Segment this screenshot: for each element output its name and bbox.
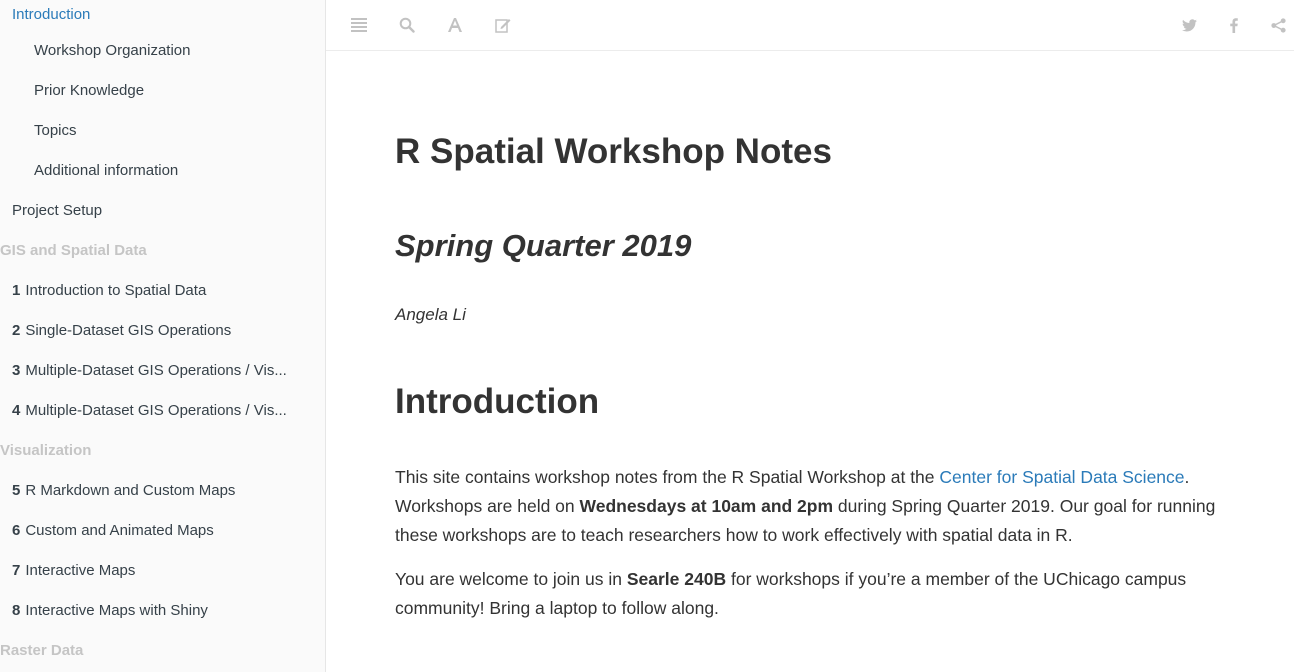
chapter-number: 7 — [12, 562, 21, 579]
sidebar-item-label: Interactive Maps with Shiny — [25, 602, 208, 619]
author: Angela Li — [395, 305, 466, 324]
sidebar-item-r-markdown-and-custom-maps[interactable]: 5R Markdown and Custom Maps — [0, 474, 325, 514]
facebook-icon[interactable] — [1222, 13, 1246, 37]
csds-link[interactable]: Center for Spatial Data Science — [939, 467, 1184, 487]
sidebar-item-label: Project Setup — [12, 202, 103, 219]
sidebar-item-label: Introduction — [12, 6, 91, 23]
chapter-number: 1 — [12, 282, 21, 299]
font-settings-icon[interactable] — [443, 13, 467, 37]
page-title: R Spatial Workshop Notes — [395, 132, 832, 171]
location-bold-text: Searle 240B — [626, 569, 727, 589]
chapter-number: 2 — [12, 322, 21, 339]
edit-icon[interactable] — [491, 13, 515, 37]
sidebar: Introduction Workshop Organization Prior K… — [0, 0, 326, 672]
sidebar-item-label: Visualization — [0, 442, 92, 459]
sidebar-item-label: Additional information — [34, 162, 179, 179]
sidebar-item-topics[interactable]: Topics — [0, 114, 325, 154]
sidebar-item-label: Topics — [34, 122, 77, 139]
location-paragraph: You are welcome to join us in Searle 240… — [395, 565, 1225, 623]
sidebar-item-label: Multiple-Dataset GIS Operations / Vis... — [25, 362, 287, 379]
sidebar-item-label: R Markdown and Custom Maps — [25, 482, 236, 499]
sidebar-item-label: Raster Data — [0, 642, 84, 659]
page-subtitle: Spring Quarter 2019 — [395, 228, 692, 263]
chapter-number: 4 — [12, 402, 21, 419]
sidebar-item-label: GIS and Spatial Data — [0, 242, 147, 259]
sidebar-item-single-dataset-gis-operations[interactable]: 2 Single-Dataset GIS Operations — [0, 314, 325, 354]
sidebar-item-prior-knowledge[interactable]: Prior Knowledge — [0, 74, 325, 114]
sidebar-item-introduction-to-spatial-data[interactable]: 1 Introduction to Spatial Data — [0, 274, 325, 314]
sidebar-item-multiple-dataset-gis-operations-vis[interactable]: 3 Multiple-Dataset GIS Operations / Vis..… — [0, 354, 325, 394]
sidebar-section-header-raster-data: Raster Data — [0, 634, 325, 672]
table-of-contents: Introduction Workshop Organization Prior K… — [0, 0, 325, 672]
sidebar-section-header-gis-and-spatial-data: GIS and Spatial Data — [0, 234, 325, 274]
sidebar-item-label: Introduction to Spatial Data — [25, 282, 207, 299]
sidebar-item-interactive-maps[interactable]: 7 Interactive Maps — [0, 554, 325, 594]
chapter-number: 5 — [12, 482, 21, 499]
sidebar-item-workshop-organization[interactable]: Workshop Organization — [0, 34, 325, 74]
chapter-number: 6 — [12, 522, 21, 539]
sidebar-item-project-setup[interactable]: Project Setup — [0, 194, 325, 234]
paragraph-text: You are welcome to join us in — [395, 569, 627, 589]
sidebar-item-label: Single-Dataset GIS Operations — [25, 322, 232, 339]
sidebar-item-additional-information[interactable]: Additional information — [0, 154, 325, 194]
share-icon[interactable] — [1266, 13, 1290, 37]
section-heading-introduction: Introduction — [395, 382, 600, 421]
sidebar-section-header-visualization: Visualization — [0, 434, 325, 474]
search-icon[interactable] — [395, 13, 419, 37]
toggle-sidebar-icon[interactable] — [347, 13, 371, 37]
paragraph-text: This site contains workshop notes from t… — [395, 467, 940, 487]
sidebar-item-label: Interactive Maps — [25, 562, 136, 579]
twitter-icon[interactable] — [1177, 13, 1201, 37]
sidebar-item-label: Multiple-Dataset GIS Operations / Vis... — [25, 402, 287, 419]
sidebar-item-custom-and-animated-maps[interactable]: 6 Custom and Animated Maps — [0, 514, 325, 554]
sidebar-item-label: Custom and Animated Maps — [25, 522, 214, 539]
sidebar-item-interactive-maps-with-shiny[interactable]: 8 Interactive Maps with Shiny — [0, 594, 325, 634]
intro-paragraph: This site contains workshop notes from t… — [395, 463, 1225, 550]
sidebar-item-label: Workshop Organization — [34, 42, 191, 59]
chapter-number: 8 — [12, 602, 21, 619]
sidebar-item-multiple-dataset-gis-operations-vis[interactable]: 4 Multiple-Dataset GIS Operations / Vis..… — [0, 394, 325, 434]
sidebar-item-introduction[interactable]: Introduction — [0, 0, 325, 34]
chapter-number: 3 — [12, 362, 21, 379]
schedule-bold-text: Wednesdays at 10am and 2pm — [579, 496, 834, 516]
sidebar-item-label: Prior Knowledge — [34, 82, 145, 99]
book-toolbar — [326, 0, 1294, 51]
